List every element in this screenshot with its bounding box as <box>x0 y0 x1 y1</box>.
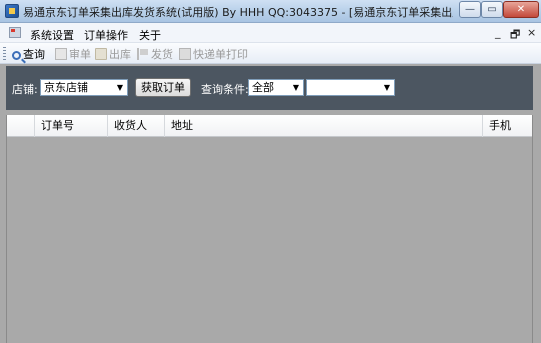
chevron-down-icon: ▼ <box>116 83 124 92</box>
ship-label: 发货 <box>151 48 173 61</box>
mdi-child-icon[interactable] <box>9 27 21 38</box>
column-order-number[interactable]: 订单号 <box>35 115 108 137</box>
stock-out-label: 出库 <box>109 48 131 61</box>
column-address[interactable]: 地址 <box>165 115 483 137</box>
folder-icon <box>95 48 107 60</box>
chevron-down-icon: ▼ <box>292 83 300 92</box>
filter-panel: 店铺: 京东店铺 ▼ 获取订单 查询条件: 全部 ▼ ▼ <box>6 66 533 110</box>
grid-header: 订单号 收货人 地址 手机 <box>7 115 532 137</box>
print-waybill-button[interactable]: 快递单打印 <box>179 46 248 61</box>
review-button[interactable]: 审单 <box>55 46 91 61</box>
column-phone[interactable]: 手机 <box>483 115 532 137</box>
document-icon <box>55 48 67 60</box>
condition-select[interactable]: 全部 ▼ <box>248 79 304 96</box>
window-title: 易通京东订单采集出库发货系统(试用版) By HHH QQ:3043375 - … <box>23 6 453 19</box>
store-label: 店铺: <box>12 83 38 96</box>
toolbar-grip[interactable] <box>3 47 6 60</box>
minimize-button[interactable]: — <box>459 1 481 18</box>
flag-icon <box>137 48 149 60</box>
query-label: 查询 <box>23 48 45 61</box>
menu-order-operations[interactable]: 订单操作 <box>84 27 128 43</box>
query-button[interactable]: 查询 <box>12 46 45 61</box>
menu-about[interactable]: 关于 <box>139 27 161 43</box>
mdi-minimize-button[interactable]: _ <box>495 26 501 39</box>
maximize-button[interactable]: ▭ <box>481 1 503 18</box>
condition-value-select[interactable]: ▼ <box>306 79 395 96</box>
column-row-selector[interactable] <box>7 115 35 137</box>
fetch-orders-button[interactable]: 获取订单 <box>135 78 191 97</box>
condition-label: 查询条件: <box>201 83 249 96</box>
chevron-down-icon: ▼ <box>383 83 391 92</box>
app-icon <box>5 4 19 18</box>
ship-button[interactable]: 发货 <box>137 46 173 61</box>
menu-bar: 系统设置 订单操作 关于 _ 🗗 × <box>0 23 541 43</box>
store-select-value: 京东店铺 <box>44 81 88 94</box>
store-select[interactable]: 京东店铺 ▼ <box>40 79 128 96</box>
orders-grid[interactable]: 订单号 收货人 地址 手机 <box>6 115 533 343</box>
toolbar: 查询 审单 出库 发货 快递单打印 <box>0 43 541 64</box>
print-icon <box>179 48 191 60</box>
column-recipient[interactable]: 收货人 <box>108 115 165 137</box>
condition-select-value: 全部 <box>252 81 274 94</box>
review-label: 审单 <box>69 48 91 61</box>
print-waybill-label: 快递单打印 <box>193 48 248 61</box>
menu-system-settings[interactable]: 系统设置 <box>30 27 74 43</box>
stock-out-button[interactable]: 出库 <box>95 46 131 61</box>
search-icon <box>12 51 21 60</box>
close-button[interactable]: ✕ <box>503 1 539 18</box>
title-bar[interactable]: 易通京东订单采集出库发货系统(试用版) By HHH QQ:3043375 - … <box>0 0 541 23</box>
mdi-close-button[interactable]: × <box>527 26 536 39</box>
